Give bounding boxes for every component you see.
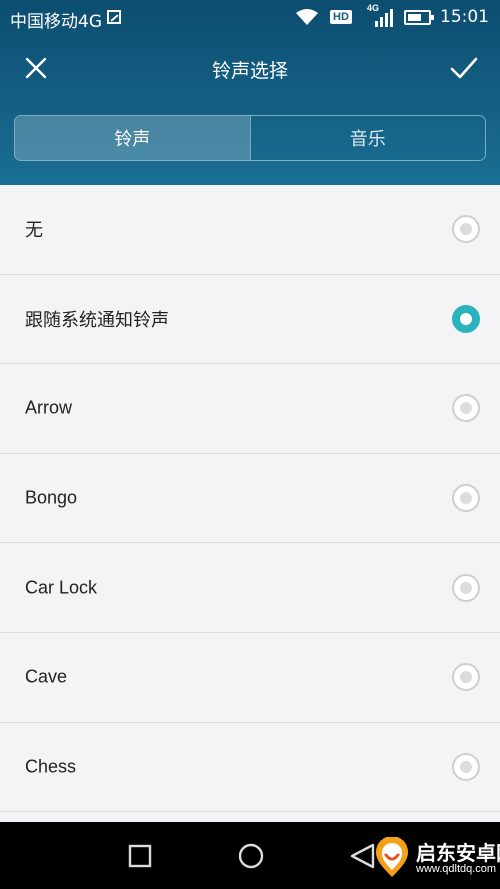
tab-ringtone[interactable]: 铃声	[15, 116, 250, 160]
watermark-logo-icon	[376, 837, 408, 877]
carrier-label: 中国移动4G	[10, 12, 102, 32]
radio-button[interactable]	[452, 752, 480, 781]
clock: 15:01	[440, 7, 489, 27]
watermark: 启东安卓网 www.qdltdq.com	[362, 825, 500, 889]
watermark-title: 启东安卓网	[416, 841, 500, 865]
radio-button-selected[interactable]	[452, 304, 480, 333]
list-item-label: Arrow	[25, 397, 73, 418]
recents-icon	[128, 844, 152, 868]
ringtone-list: 无 跟随系统通知铃声 Arrow Bongo Car Lock Cave Che…	[0, 185, 500, 822]
radio-button[interactable]	[452, 663, 480, 692]
battery-icon	[404, 10, 434, 25]
tab-switcher: 铃声 音乐	[14, 115, 486, 161]
list-item[interactable]: Chess	[0, 723, 500, 813]
list-item[interactable]: Car Lock	[0, 543, 500, 633]
list-item-label: Chess	[25, 756, 77, 777]
status-bar: 中国移动4G HD 4G 15:01	[0, 0, 500, 36]
tab-music[interactable]: 音乐	[249, 116, 486, 160]
list-item-label: 无	[25, 220, 43, 241]
list-item[interactable]: Arrow	[0, 364, 500, 454]
radio-button[interactable]	[452, 215, 480, 244]
check-icon	[450, 57, 478, 79]
radio-button[interactable]	[452, 573, 480, 602]
home-button[interactable]	[233, 838, 269, 874]
signal-icon	[375, 9, 393, 27]
header: 中国移动4G HD 4G 15:01 铃声选择 铃声 音乐	[0, 0, 500, 185]
list-item[interactable]: Bongo	[0, 454, 500, 544]
recents-button[interactable]	[122, 838, 158, 874]
wifi-icon	[296, 9, 318, 25]
list-item[interactable]: 跟随系统通知铃声	[0, 275, 500, 365]
radio-button[interactable]	[452, 394, 480, 423]
home-icon	[238, 843, 264, 869]
list-item-label: 跟随系统通知铃声	[25, 309, 169, 330]
page-title: 铃声选择	[211, 60, 288, 82]
list-item[interactable]: 无	[0, 185, 500, 275]
list-item-label: Cave	[25, 666, 68, 687]
list-item-label: Bongo	[25, 487, 78, 508]
radio-button[interactable]	[452, 484, 480, 513]
confirm-button[interactable]	[444, 50, 484, 90]
hd-badge: HD	[330, 10, 352, 24]
list-item-label: Car Lock	[25, 577, 98, 598]
watermark-url: www.qdltdq.com	[416, 863, 497, 875]
list-item[interactable]: Cave	[0, 633, 500, 723]
photo-icon	[107, 10, 121, 24]
